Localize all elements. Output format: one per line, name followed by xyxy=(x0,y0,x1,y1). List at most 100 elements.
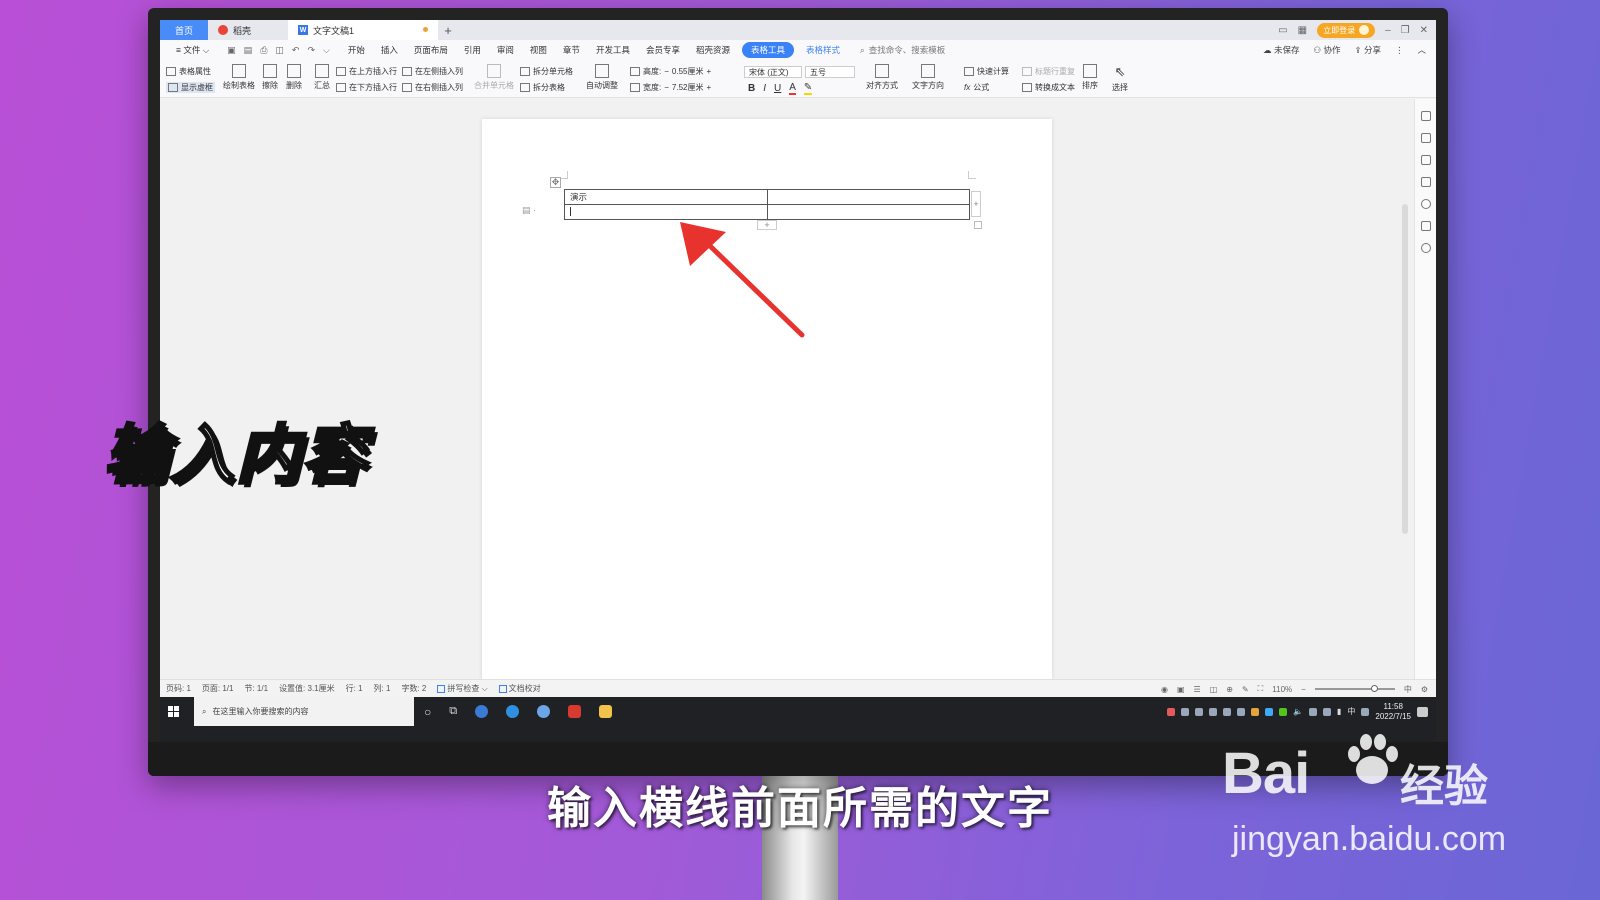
minimize-icon[interactable]: – xyxy=(1385,25,1391,36)
command-search[interactable]: ⌕ 查找命令、搜索模板 xyxy=(860,44,945,56)
network-browser-icon[interactable] xyxy=(537,705,551,718)
backup-icon[interactable] xyxy=(1420,221,1431,231)
table-props-button[interactable]: 表格属性 xyxy=(166,66,211,77)
menu-item-6[interactable]: 章节 xyxy=(555,44,588,56)
file-menu[interactable]: ≡ 文件 ⌵ xyxy=(168,44,217,56)
auto-fit-button[interactable]: 自动调整 xyxy=(586,64,618,91)
table-cell-active[interactable] xyxy=(564,204,768,220)
read-view-icon[interactable]: ◫ xyxy=(1210,685,1218,694)
tray-app-icon[interactable] xyxy=(1209,707,1218,716)
close-icon[interactable]: ✕ xyxy=(1420,25,1428,36)
customize-icon[interactable]: ⌵ xyxy=(323,45,330,56)
tab-table-style[interactable]: 表格样式 xyxy=(798,44,848,56)
fit-page-icon[interactable]: ⛶ xyxy=(1258,684,1264,694)
font-name-select[interactable]: 宋体 (正文) xyxy=(744,66,802,78)
browser-icon[interactable] xyxy=(475,705,489,718)
notification-icon[interactable] xyxy=(1417,706,1428,717)
share-button[interactable]: ⇪ 分享 xyxy=(1354,44,1381,56)
tray-app-icon[interactable] xyxy=(1323,707,1331,716)
pen-icon[interactable] xyxy=(1420,133,1431,143)
convert-text-button[interactable]: 转换成文本 xyxy=(1022,82,1075,93)
highlight-icon[interactable]: ✎ xyxy=(803,82,813,95)
microphone-icon[interactable]: ▮ xyxy=(1337,707,1341,716)
more-icon[interactable]: ⋮ xyxy=(1395,45,1404,56)
tray-app-icon[interactable] xyxy=(1237,707,1246,716)
adjust-icon[interactable] xyxy=(1420,177,1431,187)
table-cell[interactable] xyxy=(766,189,970,205)
menu-item-8[interactable]: 会员专享 xyxy=(638,44,688,56)
summary-button[interactable]: 汇总 xyxy=(314,64,330,91)
redo-icon[interactable]: ↷ xyxy=(307,45,315,56)
tray-app-icon[interactable] xyxy=(1223,707,1232,716)
page-view-icon[interactable]: ▣ xyxy=(1177,685,1185,694)
keyboard-icon[interactable] xyxy=(1361,707,1370,716)
tray-shield-icon[interactable] xyxy=(1195,707,1204,716)
menu-item-7[interactable]: 开发工具 xyxy=(588,44,638,56)
menu-item-0[interactable]: 开始 xyxy=(340,44,373,56)
menu-item-3[interactable]: 引用 xyxy=(456,44,489,56)
tab-docer[interactable]: 稻壳 xyxy=(208,20,288,40)
collab-button[interactable]: ⚇ 协作 xyxy=(1313,44,1340,56)
undo-icon[interactable]: ↶ xyxy=(292,45,300,56)
eye-protection-icon[interactable]: ◉ xyxy=(1161,685,1168,694)
tab-document[interactable]: W 文字文稿1 xyxy=(288,20,438,40)
taskbar-search-box[interactable]: ⌕ 在这里输入你要搜索的内容 xyxy=(194,697,414,726)
tab-table-tools[interactable]: 表格工具 xyxy=(741,42,794,58)
scrollbar-thumb[interactable] xyxy=(1402,204,1408,534)
maximize-icon[interactable]: ❐ xyxy=(1401,25,1410,36)
table-move-handle-icon[interactable]: ✥ xyxy=(550,177,561,188)
tab-home[interactable]: 首页 xyxy=(160,20,208,40)
file-explorer-icon[interactable] xyxy=(599,705,613,718)
spell-check-toggle[interactable]: 拼写检查 ⌵ xyxy=(437,683,488,694)
print-icon[interactable]: ⎙ xyxy=(260,45,267,56)
zoom-slider[interactable] xyxy=(1314,685,1395,692)
add-column-button[interactable]: + xyxy=(971,191,981,217)
merge-cells-button[interactable]: 合并单元格 xyxy=(474,64,514,91)
menu-item-9[interactable]: 稻壳资源 xyxy=(688,44,738,56)
text-direction-button[interactable]: 文字方向 xyxy=(912,64,944,91)
new-tab-button[interactable]: + xyxy=(438,23,458,38)
tray-app-icon[interactable] xyxy=(1279,707,1288,716)
wps-taskbar-icon[interactable] xyxy=(568,705,582,718)
location-icon[interactable] xyxy=(1420,243,1431,253)
split-table-button[interactable]: 拆分表格 xyxy=(520,82,565,93)
draw-table-button[interactable]: 绘制表格 xyxy=(223,64,255,91)
insert-below-button[interactable]: 在下方插入行 xyxy=(336,82,397,93)
collapse-ribbon-icon[interactable]: ︿ xyxy=(1417,44,1426,56)
bold-button[interactable]: B xyxy=(748,83,755,94)
edge-icon[interactable] xyxy=(506,705,520,718)
print-preview-icon[interactable]: ◫ xyxy=(275,45,284,56)
col-width-control[interactable]: 宽度: − 7.52厘米 + xyxy=(630,82,711,93)
volume-icon[interactable]: 🔈 xyxy=(1293,707,1303,716)
tray-app-icon[interactable] xyxy=(1265,707,1274,716)
ime-indicator[interactable]: 中 xyxy=(1404,684,1412,695)
row-height-control[interactable]: 高度: − 0.55厘米 + xyxy=(630,66,711,77)
start-button[interactable] xyxy=(168,697,182,726)
table-resize-handle[interactable] xyxy=(974,221,982,229)
pointer-icon[interactable] xyxy=(1420,155,1431,165)
outline-view-icon[interactable]: ☰ xyxy=(1194,685,1201,694)
select-button[interactable]: ⇖ 选择 xyxy=(1112,64,1128,93)
task-view-icon[interactable]: ⧉ xyxy=(449,705,457,718)
formula-button[interactable]: fx 公式 xyxy=(964,82,989,93)
cortana-icon[interactable]: ○ xyxy=(424,705,431,719)
export-pdf-icon[interactable]: ▤ xyxy=(244,45,253,56)
style-icon[interactable] xyxy=(1420,111,1431,121)
menu-item-5[interactable]: 视图 xyxy=(522,44,555,56)
italic-button[interactable]: I xyxy=(763,83,766,94)
clock[interactable]: 11:58 2022/7/15 xyxy=(1375,702,1411,722)
insert-left-button[interactable]: 在左侧插入列 xyxy=(402,66,463,77)
erase-button[interactable]: 擦除 xyxy=(262,64,278,91)
paragraph-menu-icon[interactable]: ▤ · xyxy=(522,205,536,216)
quick-calc-button[interactable]: 快速计算 xyxy=(964,66,1009,77)
sort-button[interactable]: 排序 xyxy=(1082,64,1098,91)
split-cells-button[interactable]: 拆分单元格 xyxy=(520,66,573,77)
save-icon[interactable]: ▣ xyxy=(227,45,236,56)
table-cell[interactable]: 演示 xyxy=(564,189,768,205)
document-page[interactable]: ✥ ▤ · 演示 + + xyxy=(482,119,1052,679)
menu-item-1[interactable]: 插入 xyxy=(373,44,406,56)
repeat-header-button[interactable]: 标题行重复 xyxy=(1022,66,1075,77)
align-button[interactable]: 对齐方式 xyxy=(866,64,898,91)
insert-above-button[interactable]: 在上方插入行 xyxy=(336,66,397,77)
font-size-select[interactable]: 五号 xyxy=(805,66,855,78)
